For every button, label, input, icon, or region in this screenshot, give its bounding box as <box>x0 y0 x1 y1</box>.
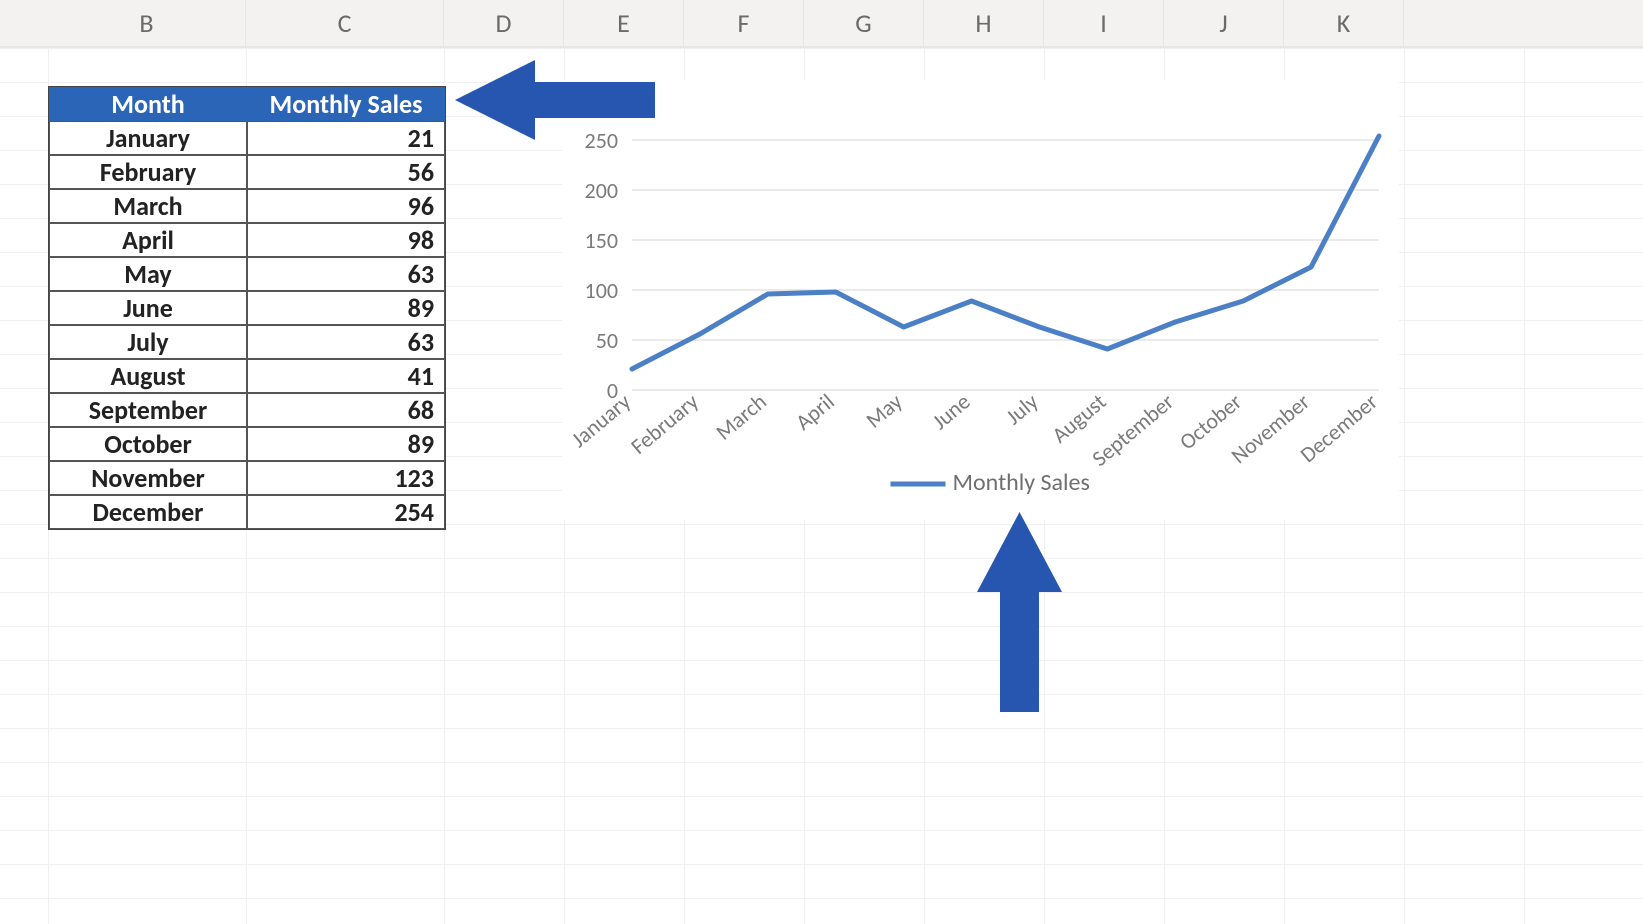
spreadsheet-sheet[interactable]: BCDEFGHIJK Month Monthly Sales January21… <box>0 0 1643 924</box>
arrow-left-icon <box>455 60 655 140</box>
x-tick-label: December <box>1295 388 1383 468</box>
cell-month[interactable]: January <box>49 121 247 155</box>
chart-svg: 050100150200250JanuaryFebruaryMarchApril… <box>562 80 1399 520</box>
cell-sales[interactable]: 89 <box>247 427 445 461</box>
cell-sales[interactable]: 96 <box>247 189 445 223</box>
column-header-J[interactable]: J <box>1164 0 1284 46</box>
y-tick-label: 100 <box>585 277 618 304</box>
table-row[interactable]: February56 <box>49 155 445 189</box>
column-header-row: BCDEFGHIJK <box>0 0 1643 48</box>
cell-month[interactable]: June <box>49 291 247 325</box>
line-chart[interactable]: 050100150200250JanuaryFebruaryMarchApril… <box>562 80 1399 520</box>
table-row[interactable]: June89 <box>49 291 445 325</box>
cell-month[interactable]: December <box>49 495 247 529</box>
cell-sales[interactable]: 98 <box>247 223 445 257</box>
table-row[interactable]: May63 <box>49 257 445 291</box>
y-tick-label: 150 <box>585 227 618 254</box>
column-header-C[interactable]: C <box>246 0 444 46</box>
cell-sales[interactable]: 41 <box>247 359 445 393</box>
cell-sales[interactable]: 68 <box>247 393 445 427</box>
header-stub <box>0 0 48 46</box>
x-tick-label: July <box>1000 388 1043 430</box>
data-table[interactable]: Month Monthly Sales January21February56M… <box>48 86 446 530</box>
table-row[interactable]: April98 <box>49 223 445 257</box>
cell-sales[interactable]: 254 <box>247 495 445 529</box>
column-header-H[interactable]: H <box>924 0 1044 46</box>
y-tick-label: 200 <box>585 177 618 204</box>
table-row[interactable]: November123 <box>49 461 445 495</box>
table-row[interactable]: August41 <box>49 359 445 393</box>
table-row[interactable]: March96 <box>49 189 445 223</box>
cell-sales[interactable]: 63 <box>247 325 445 359</box>
column-header-I[interactable]: I <box>1044 0 1164 46</box>
series-line-monthly-sales <box>632 136 1379 369</box>
cell-month[interactable]: September <box>49 393 247 427</box>
column-header-K[interactable]: K <box>1284 0 1404 46</box>
x-tick-label: April <box>790 388 840 436</box>
table-row[interactable]: January21 <box>49 121 445 155</box>
x-tick-label: June <box>927 388 976 435</box>
cell-month[interactable]: November <box>49 461 247 495</box>
cell-sales[interactable]: 63 <box>247 257 445 291</box>
cell-month[interactable]: October <box>49 427 247 461</box>
x-tick-label: February <box>625 388 704 460</box>
cell-month[interactable]: July <box>49 325 247 359</box>
cell-month[interactable]: February <box>49 155 247 189</box>
column-header-G[interactable]: G <box>804 0 924 46</box>
column-header-F[interactable]: F <box>684 0 804 46</box>
cell-month[interactable]: August <box>49 359 247 393</box>
cell-month[interactable]: April <box>49 223 247 257</box>
x-tick-label: May <box>860 388 907 434</box>
cell-month[interactable]: May <box>49 257 247 291</box>
table-row[interactable]: December254 <box>49 495 445 529</box>
cell-sales[interactable]: 56 <box>247 155 445 189</box>
table-header-month[interactable]: Month <box>49 87 247 121</box>
table-header-sales[interactable]: Monthly Sales <box>247 87 445 121</box>
arrow-up-icon <box>977 512 1062 712</box>
table-row[interactable]: September68 <box>49 393 445 427</box>
cell-sales[interactable]: 123 <box>247 461 445 495</box>
table-row[interactable]: July63 <box>49 325 445 359</box>
column-header-D[interactable]: D <box>444 0 564 46</box>
x-tick-label: March <box>710 388 771 446</box>
column-header-E[interactable]: E <box>564 0 684 46</box>
cell-month[interactable]: March <box>49 189 247 223</box>
cell-sales[interactable]: 21 <box>247 121 445 155</box>
column-header-B[interactable]: B <box>48 0 246 46</box>
cell-sales[interactable]: 89 <box>247 291 445 325</box>
x-tick-label: January <box>566 388 636 453</box>
table-header-row: Month Monthly Sales <box>49 87 445 121</box>
table-body: January21February56March96April98May63Ju… <box>49 121 445 529</box>
y-tick-label: 50 <box>596 327 618 354</box>
legend-label: Monthly Sales <box>953 468 1090 497</box>
table-row[interactable]: October89 <box>49 427 445 461</box>
